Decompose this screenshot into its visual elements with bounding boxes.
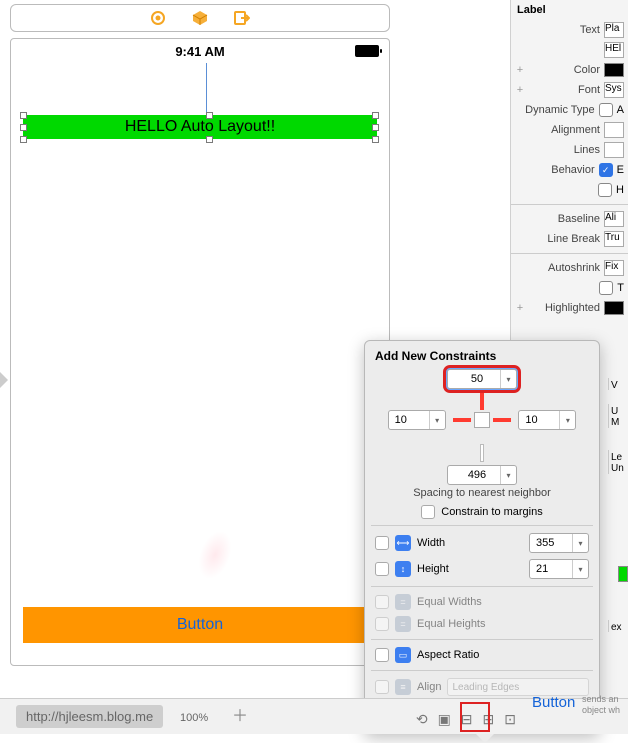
aspect-check[interactable] <box>375 648 389 662</box>
library-button-desc: sends anobject wh <box>582 694 620 716</box>
bottom-strut[interactable] <box>480 444 484 462</box>
inspector-section-label: Label <box>511 0 628 20</box>
exit-icon[interactable] <box>234 10 250 26</box>
lbl-dynamic: Dynamic Type <box>515 104 595 116</box>
width-input[interactable]: 355▾ <box>529 533 589 553</box>
sel-handle-tr[interactable] <box>372 112 379 119</box>
top-spacing-input[interactable]: 50▾ <box>447 369 517 389</box>
lbl-color: Color <box>529 64 600 76</box>
constrain-margins-check[interactable] <box>421 505 435 519</box>
lbl-font: Font <box>529 84 600 96</box>
center-box-icon <box>474 412 490 428</box>
left-strut[interactable] <box>453 418 471 422</box>
frag-green-swatch <box>618 566 628 582</box>
eq-heights-check <box>375 617 389 631</box>
alignment-seg[interactable] <box>604 122 624 138</box>
eq-widths-label: Equal Widths <box>417 596 589 608</box>
status-time: 9:41 AM <box>175 44 224 59</box>
constrain-margins-label: Constrain to margins <box>441 506 543 518</box>
sel-handle-br[interactable] <box>372 136 379 143</box>
library-button-title[interactable]: Button <box>532 694 575 711</box>
baseline-select[interactable]: Ali <box>604 211 624 227</box>
attributes-inspector: Label TextPla HEl +Color +FontSys Dynami… <box>510 0 628 370</box>
cube-icon[interactable] <box>192 10 208 26</box>
eq-heights-label: Equal Heights <box>417 618 589 630</box>
popover-title: Add New Constraints <box>375 349 589 363</box>
lines-field[interactable] <box>604 142 624 158</box>
hello-label[interactable]: HELLO Auto Layout!! <box>23 115 377 139</box>
text-style-select[interactable]: Pla <box>604 22 624 38</box>
eq-widths-check <box>375 595 389 609</box>
width-icon: ⟷ <box>395 535 411 551</box>
frag-um: UM <box>608 404 628 428</box>
bottom-spacing-input[interactable]: 496▾ <box>447 465 517 485</box>
width-label: Width <box>417 537 523 549</box>
left-spacing-input[interactable]: 10▾ <box>388 410 446 430</box>
resolve-tool-icon[interactable]: ⊡ <box>504 711 516 728</box>
annotation-pin-tool <box>460 702 490 732</box>
lbl-alignment: Alignment <box>515 124 600 136</box>
width-check[interactable] <box>375 536 389 550</box>
sel-handle-bc[interactable] <box>206 136 213 143</box>
color-swatch[interactable] <box>604 63 624 77</box>
height-icon: ↕ <box>395 561 411 577</box>
dynamic-check[interactable] <box>599 103 613 117</box>
top-constraint-guide <box>206 63 207 115</box>
lbl-autoshrink: Autoshrink <box>515 262 600 274</box>
height-check[interactable] <box>375 562 389 576</box>
tighten-check[interactable] <box>599 281 613 295</box>
record-icon[interactable] <box>150 10 166 26</box>
behavior-highlighted-check[interactable] <box>598 183 612 197</box>
embed-in-icon[interactable]: ▣ <box>438 711 451 728</box>
add-constraints-popover: Add New Constraints 50▾ 10▾ 10▾ 496▾ Spa… <box>364 340 600 734</box>
align-label: Align <box>417 681 441 693</box>
autoshrink-select[interactable]: Fix <box>604 260 624 276</box>
watermark-text: http://hjleesm.blog.me <box>16 705 163 728</box>
lbl-lines: Lines <box>515 144 600 156</box>
sel-handle-mr[interactable] <box>372 124 379 131</box>
frag-ex: ex <box>608 620 628 632</box>
bottom-button[interactable]: Button <box>23 607 377 643</box>
eq-widths-icon: = <box>395 594 411 610</box>
lbl-behavior: Behavior <box>515 164 595 176</box>
update-frames-icon[interactable]: ⟲ <box>416 711 428 728</box>
sel-handle-tc[interactable] <box>206 112 213 119</box>
battery-icon <box>355 45 379 57</box>
jump-bar-arrow-icon[interactable] <box>0 370 8 390</box>
align-icon: ≡ <box>395 679 411 695</box>
lbl-text: Text <box>515 24 600 36</box>
status-bar: 9:41 AM <box>11 39 389 63</box>
height-input[interactable]: 21▾ <box>529 559 589 579</box>
spacing-caption: Spacing to nearest neighbor <box>375 487 589 499</box>
text-value-field[interactable]: HEl <box>604 42 624 58</box>
highlighted-swatch[interactable] <box>604 301 624 315</box>
right-strut[interactable] <box>493 418 511 422</box>
hello-label-text: HELLO Auto Layout!! <box>125 118 275 136</box>
zoom-in-button[interactable]: ＋ <box>232 702 248 726</box>
right-spacing-input[interactable]: 10▾ <box>518 410 576 430</box>
eq-heights-icon: = <box>395 616 411 632</box>
lbl-linebreak: Line Break <box>515 233 600 245</box>
lbl-highlighted: Highlighted <box>529 302 600 314</box>
height-label: Height <box>417 563 523 575</box>
aspect-icon: ▭ <box>395 647 411 663</box>
align-check <box>375 680 389 694</box>
font-field[interactable]: Sys <box>604 82 624 98</box>
sel-handle-bl[interactable] <box>20 136 27 143</box>
sel-handle-tl[interactable] <box>20 112 27 119</box>
frag-leun: LeUn <box>608 450 628 474</box>
behavior-enabled-check[interactable]: ✓ <box>599 163 613 177</box>
sel-handle-ml[interactable] <box>20 124 27 131</box>
button-label: Button <box>177 616 223 634</box>
lbl-baseline: Baseline <box>515 213 600 225</box>
toolbar <box>10 4 390 32</box>
zoom-level[interactable]: 100% <box>180 712 208 724</box>
aspect-label: Aspect Ratio <box>417 649 589 661</box>
top-strut[interactable] <box>480 392 484 410</box>
linebreak-select[interactable]: Tru <box>604 231 624 247</box>
frag-v: V <box>608 378 628 390</box>
